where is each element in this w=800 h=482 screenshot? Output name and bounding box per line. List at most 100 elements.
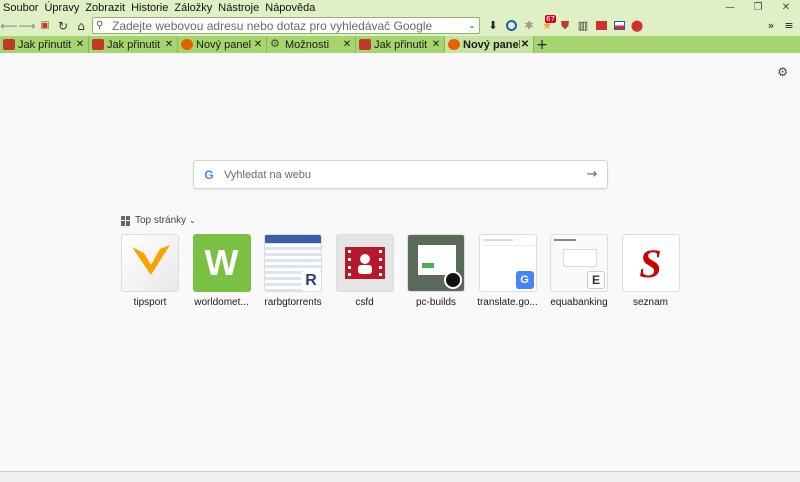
reload-icon[interactable]: ↻ (54, 17, 72, 35)
favicon-icon (3, 39, 15, 50)
seznam-logo-icon: S (639, 240, 662, 286)
gear-icon: ⚙ (270, 38, 280, 50)
site-label: equabanking (550, 297, 608, 308)
top-site-rarbgtorrents[interactable]: R rarbgtorrents (264, 234, 322, 308)
site-thumbnail: R (264, 234, 322, 292)
tab-strip: Jak přinutit ✕ Jak přinutit ✕ Nový panel… (0, 36, 800, 53)
equa-logo-icon: E (587, 271, 605, 289)
favicon-icon (92, 39, 104, 50)
extension-flag-icon[interactable] (610, 17, 628, 34)
url-bar[interactable]: ⚲ ⌄ (92, 17, 480, 34)
site-preview-card (563, 249, 597, 267)
ublock-icon[interactable]: ★ 67 (538, 15, 556, 34)
menu-historie[interactable]: Historie (128, 2, 171, 14)
grid-icon (121, 215, 131, 226)
tab-jak-prinutit-2[interactable]: Jak přinutit ✕ (89, 36, 178, 53)
chevron-down-icon[interactable]: ⌄ (465, 21, 479, 31)
search-input[interactable] (224, 168, 577, 181)
back-icon[interactable]: ⟵ (0, 17, 18, 35)
top-site-worldometers[interactable]: W worldomet... (192, 234, 251, 308)
site-label: translate.go... (477, 297, 538, 308)
top-sites-title: Top stránky (135, 215, 187, 226)
new-tab-button[interactable]: + (534, 36, 550, 53)
tab-label: Jak přinutit (374, 38, 428, 51)
worldometers-logo-icon: W (204, 242, 239, 283)
forward-icon[interactable]: ⟶ (18, 17, 36, 35)
site-preview-header (265, 235, 321, 243)
shield-icon[interactable]: ⛊ (556, 17, 574, 34)
google-logo-icon: G (204, 167, 214, 182)
extension-blue-icon[interactable] (502, 17, 520, 34)
site-label: worldomet... (194, 297, 249, 308)
close-icon[interactable]: ✕ (520, 39, 530, 50)
gear-icon[interactable]: ⚙ (777, 65, 788, 79)
hamburger-menu-icon[interactable]: ≡ (780, 17, 798, 34)
extension-red-icon[interactable] (592, 17, 610, 34)
screenshot-icon[interactable]: ▣ (36, 17, 54, 35)
site-preview-line (482, 239, 513, 241)
close-icon[interactable]: ✕ (75, 39, 85, 50)
nav-bar: ⟵ ⟶ ▣ ↻ ⌂ ⚲ ⌄ ⬇ ✱ ★67 ⛊ ▥ ⬤ » ≡ (0, 15, 800, 36)
site-label: rarbgtorrents (264, 297, 322, 308)
tab-label: Jak přinutit (18, 38, 72, 51)
download-icon[interactable]: ⬇ (484, 17, 502, 34)
extension-grey-icon[interactable]: ✱ (520, 17, 538, 34)
site-thumbnail (335, 234, 394, 292)
site-label: csfd (355, 297, 374, 308)
minimize-button[interactable]: — (716, 0, 744, 15)
site-label: tipsport (133, 297, 167, 308)
google-translate-logo-icon: G (515, 271, 534, 289)
close-icon[interactable]: ✕ (164, 39, 174, 50)
close-icon[interactable]: ✕ (342, 39, 352, 50)
search-box[interactable]: G → (193, 160, 608, 189)
maximize-button[interactable]: ❐ (744, 0, 772, 15)
tipsport-logo-icon (132, 245, 170, 275)
top-sites-header[interactable]: Top stránky ⌄ (121, 215, 196, 226)
site-preview-line (554, 239, 576, 241)
site-preview-button (422, 263, 434, 268)
search-icon: ⚲ (96, 20, 104, 31)
tab-jak-prinutit-3[interactable]: Jak přinutit ✕ (356, 36, 445, 53)
notification-badge: 67 (545, 15, 556, 23)
new-tab-page: ⚙ G → Top stránky ⌄ tipsport W worldomet… (0, 53, 800, 471)
site-thumbnail (407, 234, 465, 292)
site-preview-line (482, 245, 535, 246)
film-strip-icon (344, 247, 385, 279)
site-thumbnail (121, 234, 179, 292)
menu-napoveda[interactable]: Nápověda (262, 2, 318, 14)
top-sites-grid: tipsport W worldomet... R rarbgtorrents (121, 234, 693, 308)
extension-stop-icon[interactable]: ⬤ (628, 17, 646, 34)
url-input[interactable] (110, 18, 465, 33)
top-site-seznam[interactable]: S seznam (621, 234, 680, 308)
top-site-pc-builds[interactable]: pc-builds (407, 234, 465, 308)
library-icon[interactable]: ▥ (574, 17, 592, 34)
close-window-button[interactable]: ✕ (772, 0, 800, 15)
status-bar (0, 471, 800, 482)
tab-label: Nový panel (196, 38, 252, 51)
menu-zobrazit[interactable]: Zobrazit (82, 2, 128, 14)
menu-nastroje[interactable]: Nástroje (215, 2, 262, 14)
top-site-csfd[interactable]: csfd (335, 234, 394, 308)
tab-moznosti[interactable]: ⚙ Možnosti ✕ (267, 36, 356, 53)
home-icon[interactable]: ⌂ (72, 17, 90, 35)
site-label: pc-builds (415, 297, 457, 308)
menu-upravy[interactable]: Úpravy (41, 2, 82, 14)
top-site-tipsport[interactable]: tipsport (121, 234, 179, 308)
tab-novy-panel-1[interactable]: Nový panel ✕ (178, 36, 267, 53)
site-thumbnail: G (478, 234, 537, 292)
close-icon[interactable]: ✕ (431, 39, 441, 50)
tab-label: Jak přinutit (107, 38, 161, 51)
tab-jak-prinutit-1[interactable]: Jak přinutit ✕ (0, 36, 89, 53)
menu-zalozky[interactable]: Záložky (171, 2, 215, 14)
menu-soubor[interactable]: Soubor (0, 2, 41, 14)
top-site-equabanking[interactable]: E equabanking (550, 234, 608, 308)
tab-novy-panel-active[interactable]: Nový panel ✕ (445, 36, 534, 53)
overflow-chevron-icon[interactable]: » (762, 17, 780, 34)
top-site-translate-google[interactable]: G translate.go... (477, 234, 538, 308)
rarbg-logo-icon: R (301, 271, 321, 291)
tab-label: Nový panel (463, 38, 520, 51)
arrow-right-icon[interactable]: → (577, 167, 607, 182)
site-thumbnail: W (192, 234, 251, 292)
close-icon[interactable]: ✕ (253, 39, 263, 50)
pc-builds-logo-icon (444, 271, 462, 289)
